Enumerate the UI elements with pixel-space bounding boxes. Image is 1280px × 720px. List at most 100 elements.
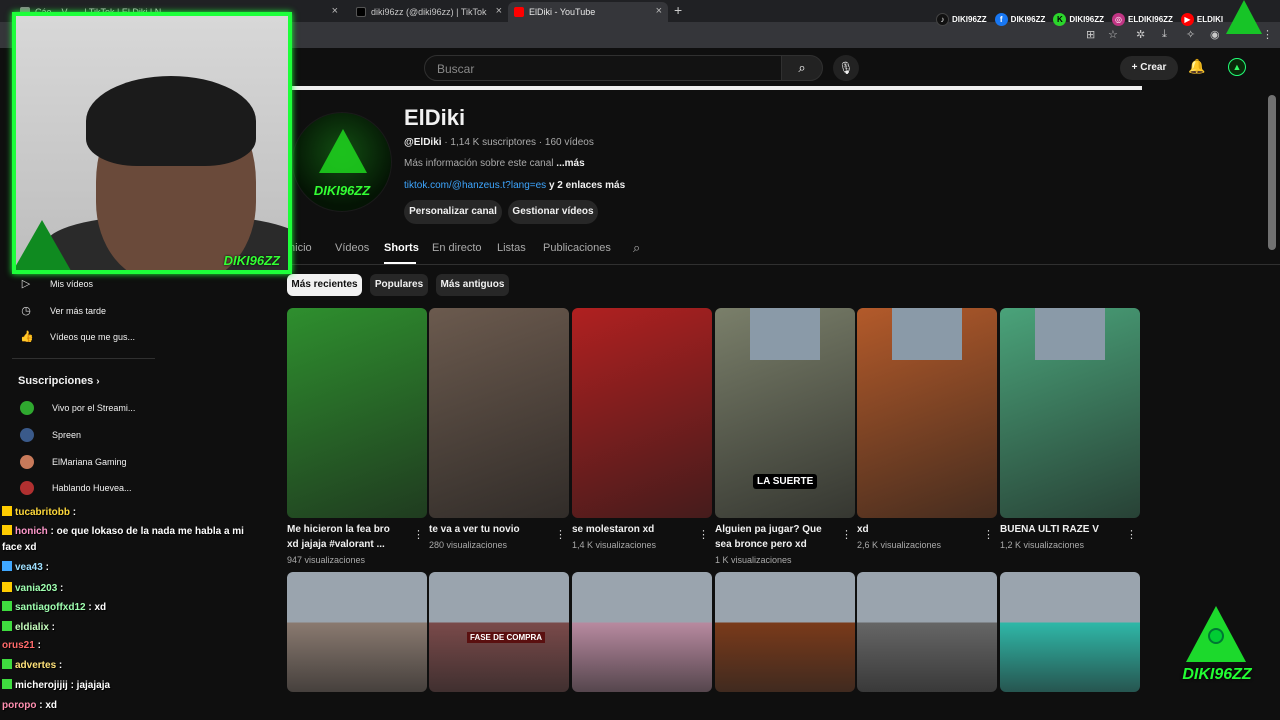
short-title[interactable]: BUENA ULTI RAZE V <box>1000 523 1122 536</box>
short-title[interactable]: te va a ver tu novio <box>429 523 551 536</box>
new-tab-button[interactable]: + <box>674 2 682 18</box>
sidebar-sub-4[interactable]: Hablando Huevea... <box>20 481 132 495</box>
short-webcam-thumb <box>1035 308 1105 360</box>
tab-publicaciones[interactable]: Publicaciones <box>543 242 611 254</box>
subs-title: Suscripciones <box>18 375 94 387</box>
more-options-icon[interactable]: ⋮ <box>983 528 994 541</box>
sidebar-item-label: Hablando Huevea... <box>52 483 132 493</box>
browser-tab-youtube[interactable]: ElDiki - YouTube × <box>508 2 668 22</box>
star-icon[interactable]: ☆ <box>1108 28 1118 41</box>
account-avatar[interactable]: ▲ <box>1228 58 1246 76</box>
scrollbar[interactable] <box>1268 95 1276 250</box>
subscriptions-heading[interactable]: Suscripciones › <box>18 375 100 387</box>
more-options-icon[interactable]: ⋮ <box>841 528 852 541</box>
puzzle-icon[interactable]: ✲ <box>1136 28 1145 41</box>
close-icon[interactable]: × <box>332 5 338 17</box>
desc-more-link[interactable]: ...más <box>556 158 584 169</box>
download-icon[interactable]: ⤓ <box>1162 28 1167 41</box>
chat-badge-icon <box>2 561 12 571</box>
notifications-bell-icon[interactable]: 🔔 <box>1188 58 1205 75</box>
create-button[interactable]: + Crear <box>1120 56 1178 80</box>
customize-channel-button[interactable]: Personalizar canal <box>404 200 502 224</box>
sidebar-sub-3[interactable]: ElMariana Gaming <box>20 455 127 469</box>
facebook-icon: f <box>994 12 1008 26</box>
short-views: 2,6 K visualizaciones <box>857 540 942 550</box>
search-channel-icon[interactable]: ⌕ <box>633 240 640 256</box>
sidebar-sub-1[interactable]: Vivo por el Streami... <box>20 401 135 415</box>
short-card[interactable] <box>287 572 427 692</box>
search-button[interactable]: ⌕ <box>781 55 823 81</box>
short-card[interactable] <box>1000 308 1140 518</box>
close-icon[interactable]: × <box>656 5 662 17</box>
social-kick: K DIKI96ZZ <box>1053 12 1105 26</box>
tab-shorts[interactable]: Shorts <box>384 242 419 254</box>
short-card[interactable] <box>715 572 855 692</box>
short-card[interactable] <box>857 572 997 692</box>
eye-icon <box>1208 628 1224 644</box>
short-card[interactable] <box>572 308 712 518</box>
short-views: 1 K visualizaciones <box>715 555 792 565</box>
chat-message: micherojijij : jajajaja <box>2 679 110 691</box>
sidebar-item-label: Vídeos que me gus... <box>50 332 136 342</box>
chat-badge-icon <box>2 525 12 535</box>
channel-description[interactable]: Más información sobre este canal ...más <box>404 158 585 169</box>
profile-icon[interactable]: ◉ <box>1210 28 1220 41</box>
socials-overlay: ♪ DIKI96ZZ f DIKI96ZZ K DIKI96ZZ ◎ ELDIKI96Z… <box>936 10 1223 28</box>
voice-search-button[interactable]: 🎙 <box>833 55 859 81</box>
chat-text: : <box>48 622 56 633</box>
browser-tab-2[interactable]: diki96zz (@diki96zz) | TikTok × <box>350 2 508 22</box>
more-options-icon[interactable]: ⋮ <box>698 528 709 541</box>
tab-videos[interactable]: Vídeos <box>335 242 369 254</box>
short-title[interactable]: Alguien pa jugar? Que <box>715 523 837 536</box>
short-card[interactable] <box>429 308 569 518</box>
channel-meta: @ElDiki · 1,14 K suscriptores · 160 víde… <box>404 137 594 148</box>
chat-message: poropo : xd <box>2 700 57 711</box>
extensions-icon[interactable]: ⊞ <box>1086 28 1095 41</box>
sidebar-sub-2[interactable]: Spreen <box>20 428 81 442</box>
short-title-line2[interactable]: xd jajaja #valorant ... <box>287 538 409 551</box>
chip-mas-recientes[interactable]: Más recientes <box>287 274 362 296</box>
search-input[interactable]: Buscar <box>424 55 782 81</box>
short-card[interactable]: LA SUERTE <box>715 308 855 518</box>
thumbs-up-icon: 👍 <box>20 331 34 343</box>
triangle-logo-icon <box>16 220 74 270</box>
short-card[interactable]: FASE DE COMPRA <box>429 572 569 692</box>
manage-videos-button[interactable]: Gestionar vídeos <box>508 200 598 224</box>
short-card[interactable] <box>287 308 427 518</box>
channel-links[interactable]: tiktok.com/@hanzeus.t?lang=es y 2 enlace… <box>404 180 625 191</box>
more-options-icon[interactable]: ⋮ <box>1126 528 1137 541</box>
chat-username: honich <box>15 526 48 537</box>
short-webcam-thumb <box>892 308 962 360</box>
social-label: DIKI96ZZ <box>1069 14 1105 24</box>
chat-message: vea43 : <box>2 561 49 573</box>
short-title[interactable]: xd <box>857 523 979 536</box>
chip-mas-antiguos[interactable]: Más antiguos <box>436 274 509 296</box>
tab-en-directo[interactable]: En directo <box>432 242 482 254</box>
more-options-icon[interactable]: ⋮ <box>555 528 566 541</box>
chip-populares[interactable]: Populares <box>370 274 428 296</box>
short-title[interactable]: se molestaron xd <box>572 523 694 536</box>
short-title[interactable]: Me hicieron la fea bro <box>287 523 409 536</box>
chat-message: santiagoffxd12 : xd <box>2 601 106 613</box>
bookmark-icon[interactable]: ✧ <box>1186 28 1195 41</box>
social-tiktok: ♪ DIKI96ZZ <box>936 12 987 26</box>
menu-icon[interactable]: ⋮ <box>1262 28 1273 41</box>
channel-avatar[interactable]: DIKI96ZZ <box>292 112 392 212</box>
tiktok-icon <box>356 7 366 17</box>
avatar <box>20 455 34 469</box>
short-card[interactable] <box>572 572 712 692</box>
chat-username: advertes <box>15 660 57 671</box>
sidebar-item-ver-mas-tarde[interactable]: ◷ Ver más tarde <box>20 305 106 317</box>
sidebar-item-liked[interactable]: 👍 Vídeos que me gus... <box>20 331 135 343</box>
short-card[interactable] <box>857 308 997 518</box>
more-links[interactable]: y 2 enlaces más <box>546 180 625 191</box>
short-card[interactable] <box>1000 572 1140 692</box>
sidebar-item-label: Vivo por el Streami... <box>52 403 136 413</box>
sidebar-item-mis-videos[interactable]: ▷ Mis vídeos <box>20 278 93 290</box>
chat-text: : jajajaja <box>67 680 111 691</box>
close-icon[interactable]: × <box>496 5 502 17</box>
tab-listas[interactable]: Listas <box>497 242 526 254</box>
short-title-line2[interactable]: sea bronce pero xd <box>715 538 837 551</box>
more-options-icon[interactable]: ⋮ <box>413 528 424 541</box>
tiktok-link[interactable]: tiktok.com/@hanzeus.t?lang=es <box>404 180 546 191</box>
